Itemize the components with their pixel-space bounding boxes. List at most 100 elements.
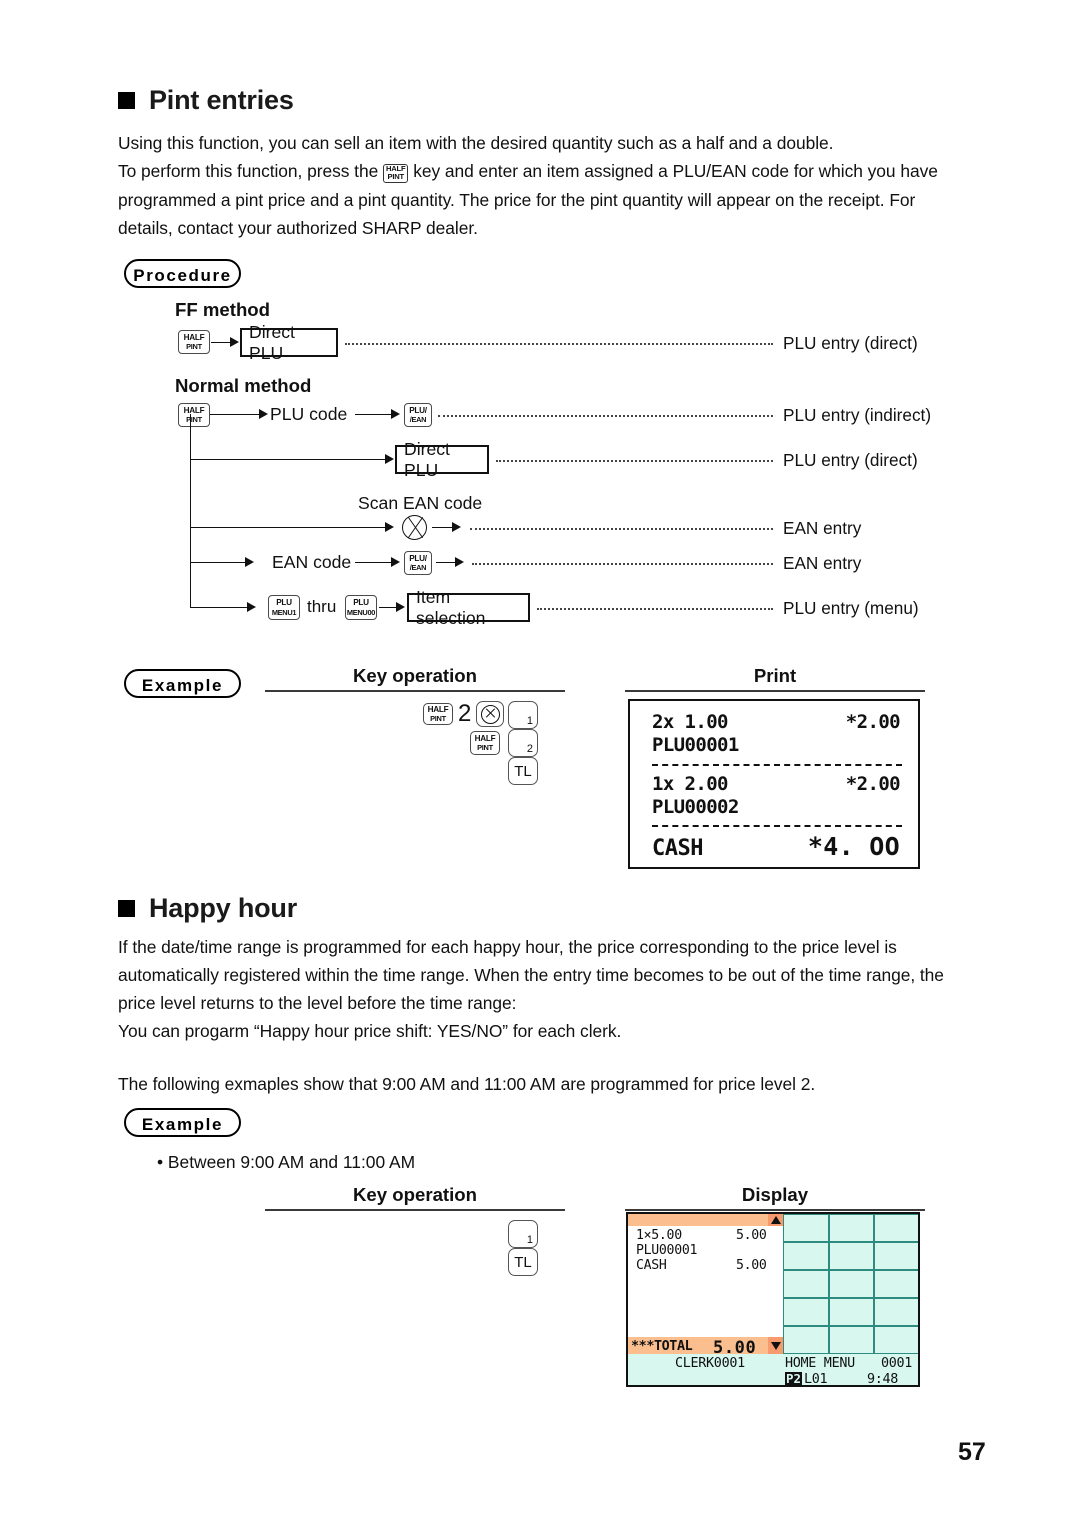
display-key-cell[interactable] [783, 1270, 829, 1298]
flow-arrowhead [391, 557, 400, 567]
thru-text: thru [307, 597, 337, 616]
display-key-cell[interactable] [828, 1326, 875, 1354]
scroll-down-arrow-icon[interactable] [768, 1337, 783, 1354]
header-rule [265, 690, 565, 692]
section2-note-line: The following exmaples show that 9:00 AM… [118, 1074, 816, 1094]
display-status-level: L01 [804, 1372, 828, 1387]
direct-plu-box-normal: Direct PLU [395, 439, 489, 480]
multiply-circle-icon[interactable] [476, 701, 504, 727]
flow-result-direct: PLU entry (direct) [783, 450, 918, 470]
flow-arrowhead [455, 557, 464, 567]
display-key-cell[interactable] [874, 1298, 918, 1326]
direct-plu-key-1[interactable]: 1 [508, 701, 538, 729]
display-key-cell[interactable] [874, 1242, 918, 1270]
flow-arrowhead [396, 602, 405, 612]
total-key-2-label: TL [514, 1253, 532, 1271]
scroll-up-arrow-icon[interactable] [768, 1214, 783, 1226]
display-key-cell[interactable] [874, 1270, 918, 1298]
display-key-cell[interactable] [874, 1326, 918, 1354]
section-title: Pint entries [149, 85, 294, 115]
plu-menu00-key-line1: PLU [353, 598, 369, 608]
flow-result-ff: PLU entry (direct) [783, 333, 918, 353]
quantity-value: 2 [458, 700, 472, 727]
half-pint-key-op-1-line2: PINT [430, 714, 446, 723]
direct-plu-box-ff: Direct PLU [240, 322, 338, 363]
receipt-total-label: CASH [652, 836, 703, 861]
display-key-cell[interactable] [828, 1214, 875, 1242]
flow-connector [211, 342, 231, 343]
display-key-cell[interactable] [783, 1298, 829, 1326]
plu-ean-key-2-line1: PLU/ [409, 553, 427, 563]
ff-method-title: FF method [175, 299, 271, 320]
section-heading-pint-entries: Pint entries [118, 85, 294, 116]
half-pint-key-op-2-line1: HALF [474, 733, 496, 743]
receipt-line-4: PLU00002 [652, 796, 739, 818]
display-key-cell[interactable] [828, 1298, 875, 1326]
display-key-cell[interactable] [783, 1214, 829, 1242]
flow-arrowhead [385, 522, 394, 532]
example-2-bullet-text: • Between 9:00 AM and 11:00 AM [157, 1152, 416, 1172]
scan-ean-code-text: Scan EAN code [358, 493, 483, 513]
half-pint-key-normal-line1: HALF [183, 405, 205, 415]
receipt-line-1-left: 2x 1.00 [652, 711, 728, 733]
flow-dotted-leader [537, 608, 773, 610]
display-status-menu: HOME MENU [785, 1356, 855, 1371]
procedure-label: Procedure [124, 259, 241, 288]
bullet-square-icon [118, 900, 135, 917]
normal-method-title: Normal method [175, 375, 312, 396]
display-key-cell[interactable] [783, 1326, 829, 1354]
receipt-total-value: *4. OO [807, 832, 900, 861]
section1-paragraph-line-2: To perform this function, press the HALF… [118, 157, 1038, 186]
half-pint-key-ff-line2: PINT [186, 342, 202, 351]
display-status-counter: 0001 [880, 1356, 912, 1371]
display-key-grid[interactable] [783, 1214, 918, 1354]
half-pint-key-normal-line2: PINT [186, 415, 202, 424]
flow-connector [190, 459, 390, 460]
direct-plu-key-1-label: 1 [526, 715, 533, 727]
flow-result-indirect: PLU entry (indirect) [783, 405, 932, 425]
flow-arrowhead [247, 602, 256, 612]
direct-plu-key-2-label: 2 [526, 743, 533, 755]
section-heading-happy-hour: Happy hour [118, 893, 297, 924]
receipt-line-2: PLU00001 [652, 734, 739, 756]
flow-connector [210, 414, 265, 415]
half-pint-key-op-2[interactable]: HALF PINT [470, 731, 500, 755]
flow-arrowhead [230, 337, 239, 347]
plu-menu00-key-line2: MENU00 [346, 607, 376, 617]
flow-connector [190, 562, 250, 563]
receipt-separator [652, 825, 902, 827]
display-key-cell[interactable] [783, 1242, 829, 1270]
half-pint-key-op-1[interactable]: HALF PINT [423, 703, 453, 725]
receipt-line-3-left: 1x 2.00 [652, 773, 728, 795]
half-pint-key-op-2-line2: PINT [477, 743, 493, 752]
half-pint-key-ff-line1: HALF [183, 332, 205, 342]
display-key-cell[interactable] [874, 1214, 918, 1242]
display-key-cell[interactable] [828, 1242, 875, 1270]
total-key-1[interactable]: TL [508, 757, 538, 785]
example-label-2: Example [124, 1108, 241, 1137]
direct-plu-key-2[interactable]: 2 [508, 729, 538, 757]
pos-display-screenshot: 1×5.00 5.00 PLU00001 CASH 5.00 ***TOTAL … [626, 1212, 920, 1387]
header-rule [625, 1209, 925, 1211]
flow-arrowhead [391, 409, 400, 419]
direct-plu-key-3[interactable]: 1 [508, 1220, 538, 1248]
display-header: Display [741, 1184, 809, 1205]
total-key-2[interactable]: TL [508, 1248, 538, 1276]
flow-connector [190, 527, 390, 528]
scanner-icon [402, 515, 427, 540]
manual-page: Pint entries Using this function, you ca… [0, 0, 1080, 1526]
display-top-bar [628, 1214, 783, 1226]
display-key-cell[interactable] [828, 1270, 875, 1298]
page-number: 57 [958, 1438, 986, 1466]
display-line-3-left: CASH [636, 1258, 667, 1273]
receipt-line-3-right: *2.00 [845, 773, 901, 795]
plu-menu1-key-line1: PLU [276, 598, 292, 608]
flow-dotted-leader [438, 415, 773, 417]
ean-code-text: EAN code [272, 552, 352, 572]
half-pint-key-op-1-line1: HALF [427, 704, 449, 714]
receipt-line-1-right: *2.00 [845, 711, 901, 733]
display-status-time: 9:48 [866, 1372, 898, 1387]
section2-paragraph-line-1: If the date/time range is programmed for… [118, 937, 897, 957]
flow-result-ean-scan: EAN entry [783, 518, 862, 538]
half-pint-key-line2: PINT [387, 172, 404, 181]
